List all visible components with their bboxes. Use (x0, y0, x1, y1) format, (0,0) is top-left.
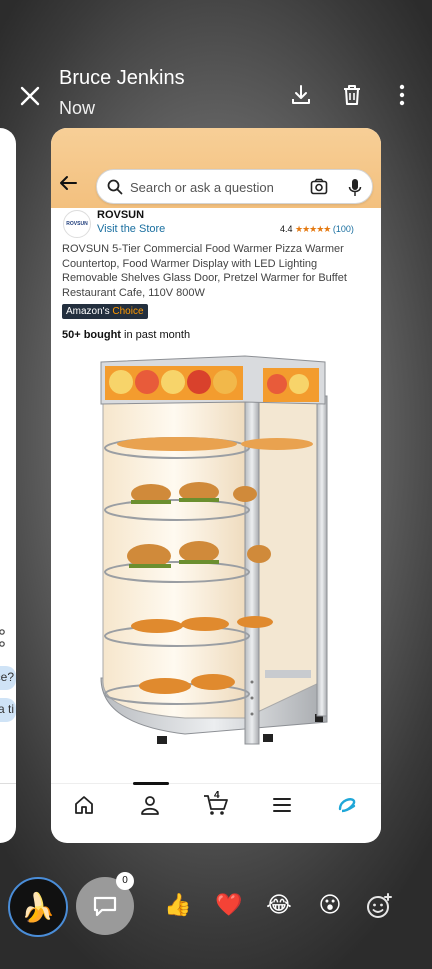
more-vert-icon[interactable] (389, 82, 415, 108)
laugh-reaction[interactable]: 😂 (265, 892, 293, 918)
microphone-icon[interactable] (348, 178, 362, 197)
bought-count: 50+ bought in past month (62, 329, 190, 341)
chat-snippet: ce? (0, 670, 14, 684)
cart-button[interactable]: 4 (203, 790, 229, 818)
rating-count: (100) (332, 224, 354, 234)
chat-snippet: a ti (0, 702, 14, 716)
wow-reaction[interactable]: 😮 (316, 892, 344, 918)
home-icon[interactable] (73, 794, 95, 816)
chat-bubble: a ti (0, 698, 16, 722)
avatar[interactable]: 🍌 (8, 877, 68, 937)
rating-value: 4.4 (280, 224, 293, 234)
camera-search-icon[interactable] (310, 178, 329, 196)
close-icon[interactable] (16, 82, 44, 110)
divider (0, 783, 16, 784)
chat-bubble: ce? (0, 666, 16, 690)
download-icon[interactable] (288, 82, 314, 108)
nav-active-indicator (133, 782, 169, 785)
app-header: Search or ask a question (51, 128, 381, 208)
visit-store-link[interactable]: Visit the Store (97, 223, 165, 235)
speech-bubble-icon (93, 896, 117, 917)
search-icon (107, 179, 123, 195)
share-icon (0, 629, 5, 647)
previous-story-card[interactable]: ce? a ti (0, 128, 16, 843)
bought-rest: in past month (120, 329, 191, 341)
trash-icon[interactable] (339, 82, 365, 108)
menu-icon[interactable] (271, 794, 293, 816)
rufus-icon[interactable] (336, 794, 358, 816)
badge-part2: Choice (112, 306, 144, 317)
app-bottom-nav: 4 (51, 782, 381, 833)
seller-logo-text: ROVSUN (66, 221, 88, 227)
story-card[interactable]: Search or ask a question ROVSUN ROVSUN V… (51, 128, 381, 843)
rating-summary[interactable]: 4.4 ★★★★★ (100) (280, 224, 354, 235)
bought-bold: 50+ bought (62, 329, 121, 341)
seller-name: ROVSUN (97, 209, 145, 221)
seller-logo[interactable]: ROVSUN (63, 210, 91, 238)
product-image[interactable] (95, 352, 335, 752)
product-title: ROVSUN 5-Tier Commercial Food Warmer Piz… (62, 243, 347, 299)
badge-part1: Amazon's (66, 306, 110, 317)
thumbs-up-reaction[interactable]: 👍 (164, 892, 192, 918)
cart-count: 4 (214, 790, 220, 801)
back-arrow-icon[interactable] (57, 172, 79, 194)
reactions-bar: 🍌 0 👍 ❤️ 😂 😮 (0, 870, 432, 942)
search-bar[interactable]: Search or ask a question (96, 169, 373, 204)
add-reaction-icon[interactable] (366, 892, 394, 920)
heart-reaction[interactable]: ❤️ (215, 892, 243, 918)
profile-icon[interactable] (139, 794, 161, 816)
sender-name: Bruce Jenkins (59, 67, 185, 89)
avatar-emoji: 🍌 (20, 891, 56, 923)
story-header: Bruce Jenkins Now (0, 0, 432, 128)
amazons-choice-badge: Amazon's Choice (62, 304, 148, 319)
comment-count-badge: 0 (116, 872, 134, 890)
rating-stars: ★★★★★ (295, 224, 331, 234)
search-placeholder: Search or ask a question (130, 180, 274, 195)
timestamp: Now (59, 98, 96, 118)
